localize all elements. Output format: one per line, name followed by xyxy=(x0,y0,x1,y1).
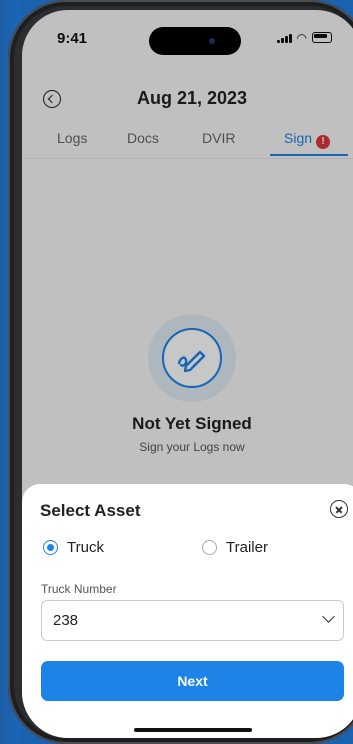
home-indicator xyxy=(134,728,252,732)
radio-trailer[interactable]: Trailer xyxy=(202,539,268,556)
sheet-title: Select Asset xyxy=(40,501,141,520)
close-icon[interactable] xyxy=(330,500,348,518)
truck-number-select[interactable]: 238 xyxy=(41,600,344,641)
next-button[interactable]: Next xyxy=(41,661,344,701)
chevron-down-icon xyxy=(322,610,335,623)
radio-unselected-icon xyxy=(202,540,217,555)
truck-number-label: Truck Number xyxy=(41,582,117,596)
radio-truck-label: Truck xyxy=(67,539,104,556)
select-asset-sheet: Select Asset Truck Trailer Truck Number … xyxy=(22,484,353,738)
radio-trailer-label: Trailer xyxy=(226,539,268,556)
truck-number-value: 238 xyxy=(53,612,79,629)
phone-screen: 9:41 ◠ Aug 21, 2023 Logs Docs DVIR Sign! xyxy=(22,10,353,738)
radio-selected-icon xyxy=(43,540,58,555)
radio-truck[interactable]: Truck xyxy=(43,539,104,556)
